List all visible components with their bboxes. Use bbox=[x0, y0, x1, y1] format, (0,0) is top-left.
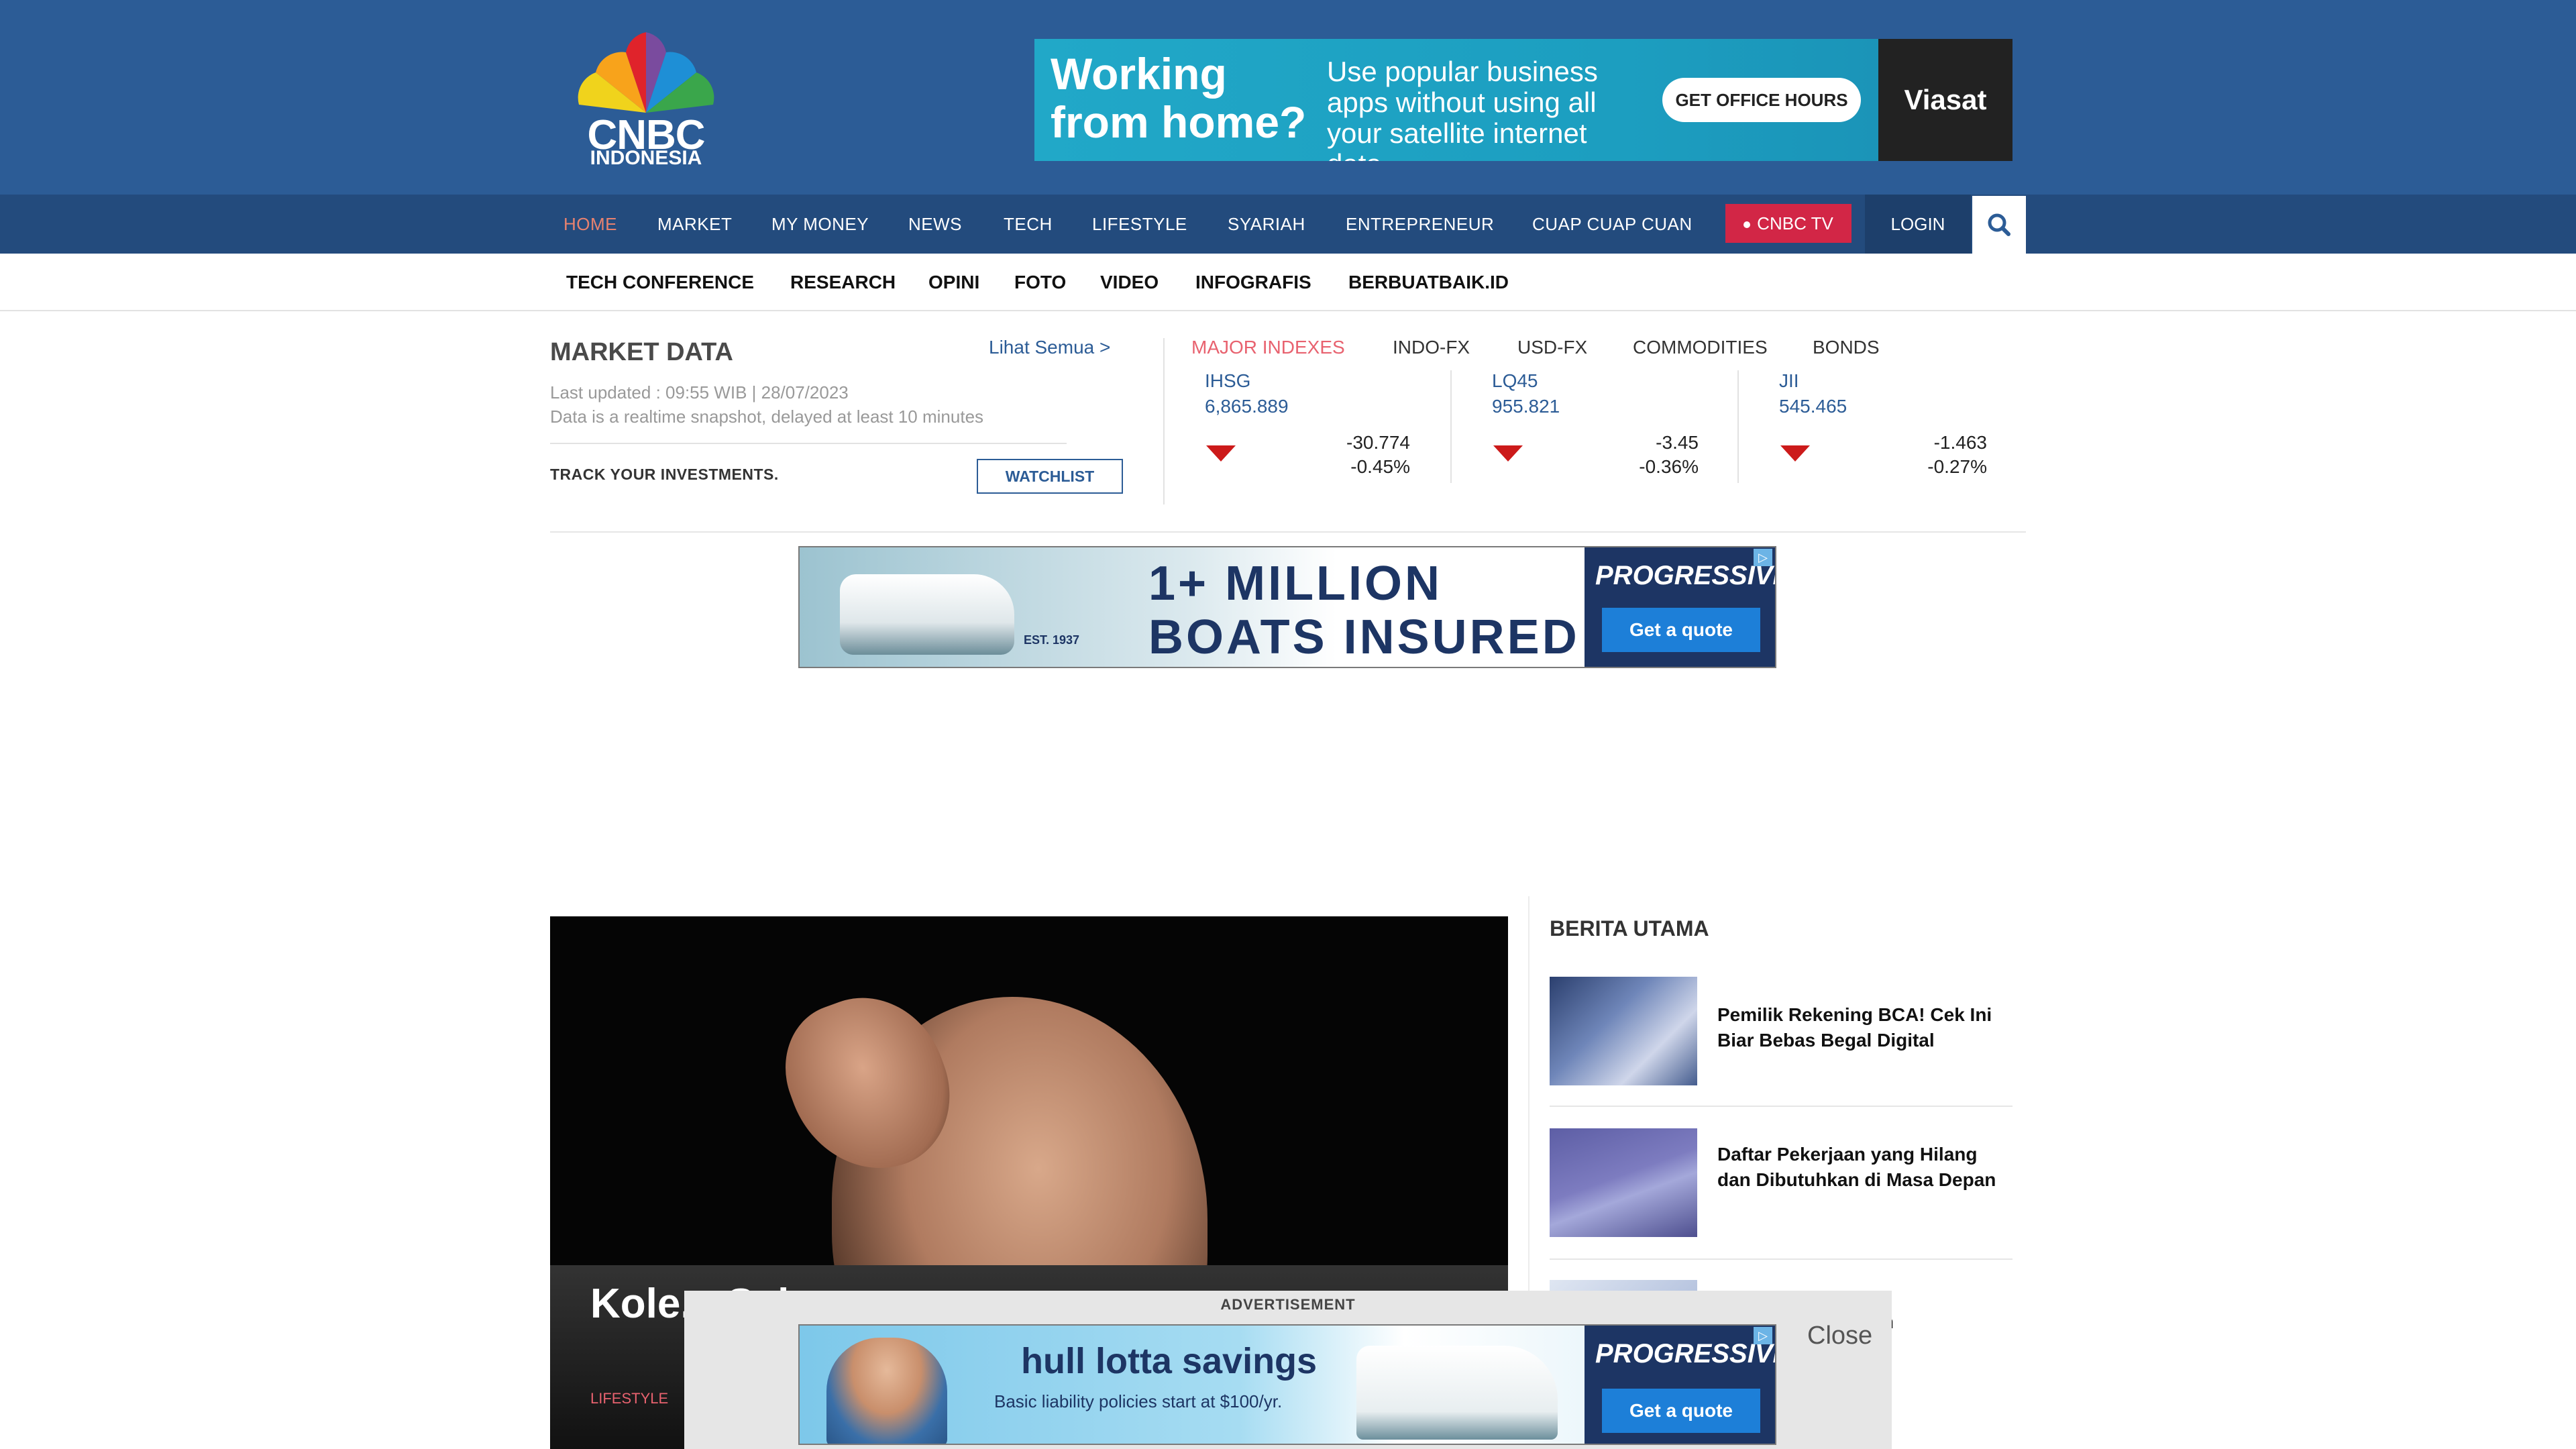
live-dot-icon bbox=[1743, 221, 1751, 229]
get-quote-button[interactable]: Get a quote bbox=[1602, 608, 1760, 652]
search-button[interactable] bbox=[1972, 196, 2026, 254]
news-thumbnail[interactable] bbox=[1550, 977, 1697, 1085]
ad-est-text: EST. 1937 bbox=[1024, 633, 1080, 647]
divider bbox=[1163, 338, 1165, 504]
advertisement-label: ADVERTISEMENT bbox=[1220, 1296, 1356, 1313]
subnav-infografis[interactable]: INFOGRAFIS bbox=[1195, 254, 1311, 311]
ad-line-1: hull lotta savings bbox=[1021, 1341, 1318, 1381]
down-arrow-icon bbox=[1206, 445, 1236, 462]
index-percent: -0.36% bbox=[1639, 456, 1699, 477]
nav-syariah[interactable]: SYARIAH bbox=[1228, 195, 1305, 254]
watchlist-button[interactable]: WATCHLIST bbox=[977, 459, 1123, 494]
subnav-video[interactable]: VIDEO bbox=[1100, 254, 1159, 311]
nav-market[interactable]: MARKET bbox=[657, 195, 732, 254]
adchoices-icon[interactable]: ▷ bbox=[1754, 1327, 1772, 1344]
divider bbox=[1550, 1258, 2012, 1260]
login-button[interactable]: LOGIN bbox=[1865, 195, 1971, 254]
divider bbox=[1550, 1106, 2012, 1107]
berita-utama-title: BERITA UTAMA bbox=[1550, 916, 1709, 941]
subnav-foto[interactable]: FOTO bbox=[1014, 254, 1066, 311]
ad-body: Use popular business apps without using … bbox=[1327, 56, 1598, 162]
divider bbox=[550, 443, 1067, 444]
peacock-icon bbox=[578, 32, 714, 113]
nav-tech[interactable]: TECH bbox=[1004, 195, 1053, 254]
hero-category[interactable]: LIFESTYLE bbox=[590, 1390, 668, 1407]
cnbc-tv-button[interactable]: CNBC TV bbox=[1725, 204, 1851, 243]
index-change: -1.463 bbox=[1933, 432, 1987, 453]
delay-note: Data is a realtime snapshot, delayed at … bbox=[550, 407, 984, 427]
news-thumbnail[interactable] bbox=[1550, 1128, 1697, 1237]
see-all-link[interactable]: Lihat Semua > bbox=[989, 337, 1110, 358]
subnav-research[interactable]: RESEARCH bbox=[790, 254, 896, 311]
tab-major-indexes[interactable]: MAJOR INDEXES bbox=[1191, 337, 1345, 358]
ad-headline: Working from home? bbox=[1051, 49, 1307, 147]
progressive-banner-ad[interactable]: EST. 1937 1+ MILLION BOATS INSURED PROGR… bbox=[798, 546, 1776, 668]
index-value: 545.465 bbox=[1779, 396, 1847, 417]
sub-nav: TECH CONFERENCE RESEARCH OPINI FOTO VIDE… bbox=[0, 254, 2576, 311]
boat-image bbox=[1356, 1346, 1558, 1440]
ad-cta-button[interactable]: GET OFFICE HOURS bbox=[1662, 78, 1861, 122]
search-icon bbox=[1988, 213, 2010, 236]
top-banner-ad[interactable]: Working from home? Use popular business … bbox=[1034, 39, 2012, 161]
index-name[interactable]: LQ45 bbox=[1492, 370, 1538, 392]
tab-bonds[interactable]: BONDS bbox=[1813, 337, 1880, 358]
index-value: 955.821 bbox=[1492, 396, 1560, 417]
index-change: -3.45 bbox=[1656, 432, 1699, 453]
site-header: CNBC INDONESIA Working from home? Use po… bbox=[0, 0, 2576, 195]
main-nav: HOME MARKET MY MONEY NEWS TECH LIFESTYLE… bbox=[0, 195, 2576, 254]
tab-usd-fx[interactable]: USD-FX bbox=[1517, 337, 1587, 358]
index-change: -30.774 bbox=[1346, 432, 1410, 453]
ad-line-2: BOATS INSURED bbox=[1148, 610, 1580, 664]
cnbc-tv-label: CNBC TV bbox=[1757, 213, 1833, 233]
ad-person-image bbox=[826, 1338, 947, 1444]
down-arrow-icon bbox=[1780, 445, 1810, 462]
news-headline[interactable]: Daftar Pekerjaan yang Hilang dan Dibutuh… bbox=[1717, 1142, 2012, 1193]
adchoices-icon[interactable]: ▷ bbox=[1754, 549, 1772, 566]
tab-indo-fx[interactable]: INDO-FX bbox=[1393, 337, 1470, 358]
nav-news[interactable]: NEWS bbox=[908, 195, 962, 254]
get-quote-button[interactable]: Get a quote bbox=[1602, 1389, 1760, 1433]
last-updated-text: Last updated : 09:55 WIB | 28/07/2023 bbox=[550, 382, 849, 402]
close-ad-button[interactable]: Close bbox=[1807, 1322, 1872, 1350]
nav-entrepreneur[interactable]: ENTREPRENEUR bbox=[1346, 195, 1494, 254]
nav-my-money[interactable]: MY MONEY bbox=[771, 195, 869, 254]
tab-commodities[interactable]: COMMODITIES bbox=[1633, 337, 1768, 358]
ad-line-1: 1+ MILLION bbox=[1148, 557, 1443, 610]
logo-subtitle: INDONESIA bbox=[590, 147, 702, 169]
down-arrow-icon bbox=[1493, 445, 1523, 462]
nav-lifestyle[interactable]: LIFESTYLE bbox=[1092, 195, 1187, 254]
index-name[interactable]: JII bbox=[1779, 370, 1799, 392]
market-data-title: MARKET DATA bbox=[550, 338, 733, 366]
index-percent: -0.27% bbox=[1927, 456, 1987, 477]
nav-cuap-cuap-cuan[interactable]: CUAP CUAP CUAN bbox=[1532, 195, 1693, 254]
index-name[interactable]: IHSG bbox=[1205, 370, 1250, 392]
track-investments-label: TRACK YOUR INVESTMENTS. bbox=[550, 466, 779, 483]
sticky-ad-container: ADVERTISEMENT Close hull lotta savings B… bbox=[684, 1291, 1892, 1449]
divider bbox=[1737, 370, 1739, 483]
ad-brand: Viasat bbox=[1878, 39, 2012, 161]
subnav-berbuatbaik[interactable]: BERBUATBAIK.ID bbox=[1348, 254, 1509, 311]
index-percent: -0.45% bbox=[1350, 456, 1410, 477]
subnav-tech-conference[interactable]: TECH CONFERENCE bbox=[566, 254, 754, 311]
news-headline[interactable]: Pemilik Rekening BCA! Cek Ini Biar Bebas… bbox=[1717, 1002, 2012, 1053]
cnbc-logo[interactable]: CNBC INDONESIA bbox=[562, 25, 730, 169]
nav-home[interactable]: HOME bbox=[564, 195, 617, 254]
boat-image bbox=[840, 574, 1014, 655]
ad-brand: PROGRESSIVE bbox=[1595, 1339, 1776, 1368]
ad-brand: PROGRESSIVE bbox=[1595, 561, 1776, 590]
section-divider bbox=[550, 531, 2026, 533]
subnav-opini[interactable]: OPINI bbox=[928, 254, 979, 311]
divider bbox=[1450, 370, 1452, 483]
progressive-sticky-ad[interactable]: hull lotta savings Basic liability polic… bbox=[798, 1324, 1776, 1445]
ad-line-2: Basic liability policies start at $100/y… bbox=[994, 1391, 1283, 1411]
index-value: 6,865.889 bbox=[1205, 396, 1289, 417]
